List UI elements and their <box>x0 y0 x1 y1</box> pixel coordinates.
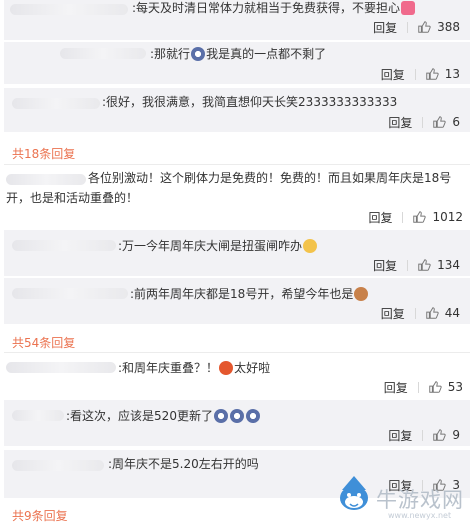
celebrate-emoji-icon <box>219 361 234 375</box>
more-replies-link[interactable]: 共18条回复 <box>12 145 75 162</box>
reply-text: :每天及时清日常体力就相当于免费获得，不要担心 <box>132 0 416 16</box>
main-comment: 各位别激动！这个刷体力是免费的！免费的！而且如果周年庆是18号开，也是和活动重叠… <box>0 168 473 228</box>
like-button[interactable]: 44 <box>425 306 460 320</box>
like-button[interactable]: 6 <box>432 115 460 129</box>
reply-item: :看这次，应该是520更新了 回复 9 <box>4 400 470 446</box>
heart-emoji-icon <box>401 1 416 15</box>
thumbs-up-icon <box>418 259 431 271</box>
divider <box>407 259 409 271</box>
reply-text: :看这次，应该是520更新了 <box>66 408 261 424</box>
username-blurred[interactable] <box>12 240 116 251</box>
like-button[interactable]: 13 <box>425 67 460 81</box>
divider <box>422 429 424 441</box>
username-blurred[interactable] <box>12 98 100 109</box>
watermark: 牛游戏网 www.newyx.net <box>332 468 472 528</box>
reply-text: :万一今年周年庆大闸是扭蛋闸咋办 <box>118 238 318 254</box>
reply-button[interactable]: 回复 <box>388 427 412 444</box>
divider <box>417 381 419 393</box>
comment-actions: 回复 1012 <box>368 209 463 225</box>
thumbs-up-icon <box>425 307 439 319</box>
crying-emoji-icon <box>245 409 260 423</box>
like-button[interactable]: 388 <box>417 20 460 34</box>
username-blurred[interactable] <box>12 288 128 299</box>
reply-button[interactable]: 回复 <box>381 305 405 322</box>
reply-actions: 回复 388 <box>373 19 460 35</box>
comment-actions: 回复 53 <box>384 379 463 395</box>
more-replies-link[interactable]: 共9条回复 <box>12 507 68 524</box>
crying-emoji-icon <box>229 409 244 423</box>
reply-text: :前两年周年庆都是18号开，希望今年也是 <box>130 286 369 302</box>
thumbs-up-icon <box>413 211 427 223</box>
watermark-url: www.newyx.net <box>388 511 452 520</box>
thumbs-up-icon <box>418 21 431 33</box>
like-button[interactable]: 53 <box>428 380 463 394</box>
reply-actions: 回复 9 <box>388 427 460 443</box>
thumbs-up-icon <box>428 381 442 393</box>
thumbs-up-icon <box>433 429 447 441</box>
reply-text: :那就行 我是真的一点都不剩了 <box>150 47 327 61</box>
reply-item: :万一今年周年庆大闸是扭蛋闸咋办 回复 134 <box>4 230 470 276</box>
crying-emoji-icon <box>213 409 228 423</box>
more-replies-link[interactable]: 共54条回复 <box>12 334 75 351</box>
reply-button[interactable]: 回复 <box>368 209 392 226</box>
thumbs-up-icon <box>425 68 439 80</box>
like-button[interactable]: 134 <box>417 258 460 272</box>
divider <box>402 211 404 223</box>
username-blurred[interactable] <box>6 362 116 373</box>
divider <box>4 164 470 165</box>
comment-text: :和周年庆重叠？！ 太好啦 <box>118 361 271 375</box>
reply-actions: 回复 44 <box>381 305 460 321</box>
shark-mascot-icon <box>340 476 368 510</box>
like-button[interactable]: 1012 <box>412 210 463 224</box>
reply-item: :每天及时清日常体力就相当于免费获得，不要担心 回复 388 <box>4 0 470 40</box>
divider <box>422 116 424 128</box>
reply-button[interactable]: 回复 <box>373 257 397 274</box>
username-blurred[interactable] <box>10 4 128 15</box>
reply-text: :周年庆不是5.20左右开的吗 <box>108 457 259 471</box>
main-comment: :和周年庆重叠？！ 太好啦 回复 53 <box>0 356 473 396</box>
reply-button[interactable]: 回复 <box>373 19 397 36</box>
reply-button[interactable]: 回复 <box>388 114 412 131</box>
thumbs-up-icon <box>433 116 447 128</box>
reply-item: :很好，我很满意，我简直想仰天长笑2333333333333 回复 6 <box>4 88 470 132</box>
divider <box>414 307 416 319</box>
divider <box>414 68 416 80</box>
username-blurred[interactable] <box>12 410 64 421</box>
reply-actions: 回复 6 <box>388 114 460 130</box>
username-blurred[interactable] <box>60 48 146 59</box>
reply-button[interactable]: 回复 <box>384 379 408 396</box>
divider <box>4 352 470 353</box>
reply-actions: 回复 13 <box>381 66 460 82</box>
reply-item: :那就行 我是真的一点都不剩了 回复 13 <box>4 42 470 84</box>
reply-button[interactable]: 回复 <box>381 66 405 83</box>
comment-text: 各位别激动！这个刷体力是免费的！免费的！而且如果周年庆是18号开，也是和活动重叠… <box>6 171 452 205</box>
surprised-emoji-icon <box>303 239 318 253</box>
reply-item: :前两年周年庆都是18号开，希望今年也是 回复 44 <box>4 278 470 324</box>
reply-text: :很好，我很满意，我简直想仰天长笑2333333333333 <box>102 95 398 109</box>
crying-emoji-icon <box>191 47 206 61</box>
like-button[interactable]: 9 <box>432 428 460 442</box>
divider <box>407 21 409 33</box>
watermark-name: 牛游戏网 <box>376 488 464 512</box>
reply-actions: 回复 134 <box>373 257 460 273</box>
dog-emoji-icon <box>354 287 369 301</box>
username-blurred[interactable] <box>12 460 104 471</box>
